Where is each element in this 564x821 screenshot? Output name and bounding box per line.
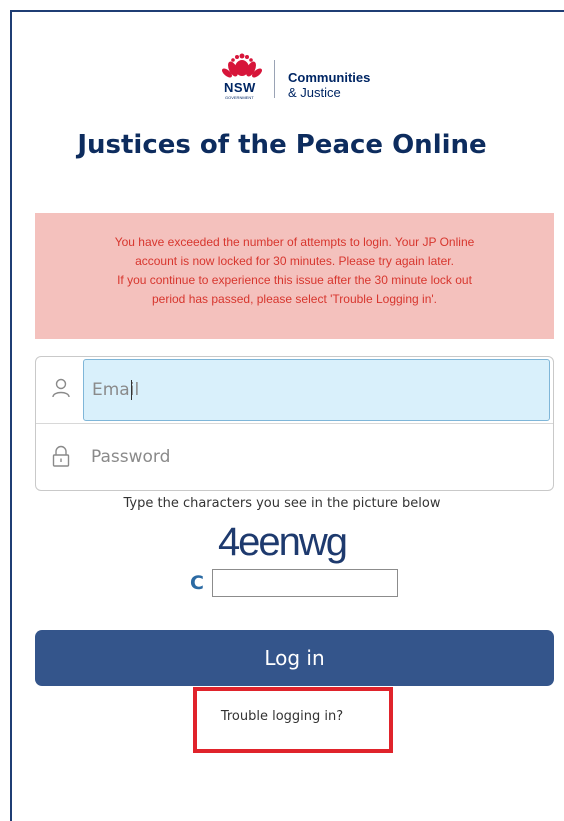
department-line1: Communities xyxy=(288,70,371,85)
login-form xyxy=(35,356,554,491)
department-line2: & Justice xyxy=(288,85,341,100)
brand-text: NSW xyxy=(224,80,256,95)
alert-line: account is now locked for 30 minutes. Pl… xyxy=(135,254,454,268)
waratah-icon xyxy=(222,53,262,78)
alert-line: You have exceeded the number of attempts… xyxy=(114,235,475,249)
captcha-instruction: Type the characters you see in the pictu… xyxy=(123,496,441,511)
page-title: Justices of the Peace Online xyxy=(77,130,487,160)
user-icon xyxy=(52,378,70,398)
lock-icon xyxy=(52,445,70,467)
alert-line: If you continue to experience this issue… xyxy=(117,273,472,287)
password-input[interactable] xyxy=(83,429,550,485)
login-button[interactable]: Log in xyxy=(35,630,554,686)
logo-divider xyxy=(274,60,275,98)
lockout-alert: You have exceeded the number of attempts… xyxy=(35,213,554,339)
email-input[interactable] xyxy=(83,359,550,421)
field-divider xyxy=(36,423,553,424)
refresh-captcha-icon[interactable]: C xyxy=(190,572,204,594)
nsw-communities-justice-logo: NSW GOVERNMENT Communities & Justice xyxy=(222,52,392,104)
trouble-logging-in-link[interactable]: Trouble logging in? xyxy=(0,709,564,724)
alert-line: period has passed, please select 'Troubl… xyxy=(152,292,437,306)
captcha-image: 4eenwg xyxy=(217,520,348,564)
captcha-input[interactable] xyxy=(212,569,398,597)
text-caret xyxy=(131,380,132,400)
brand-subtext: GOVERNMENT xyxy=(225,95,254,100)
